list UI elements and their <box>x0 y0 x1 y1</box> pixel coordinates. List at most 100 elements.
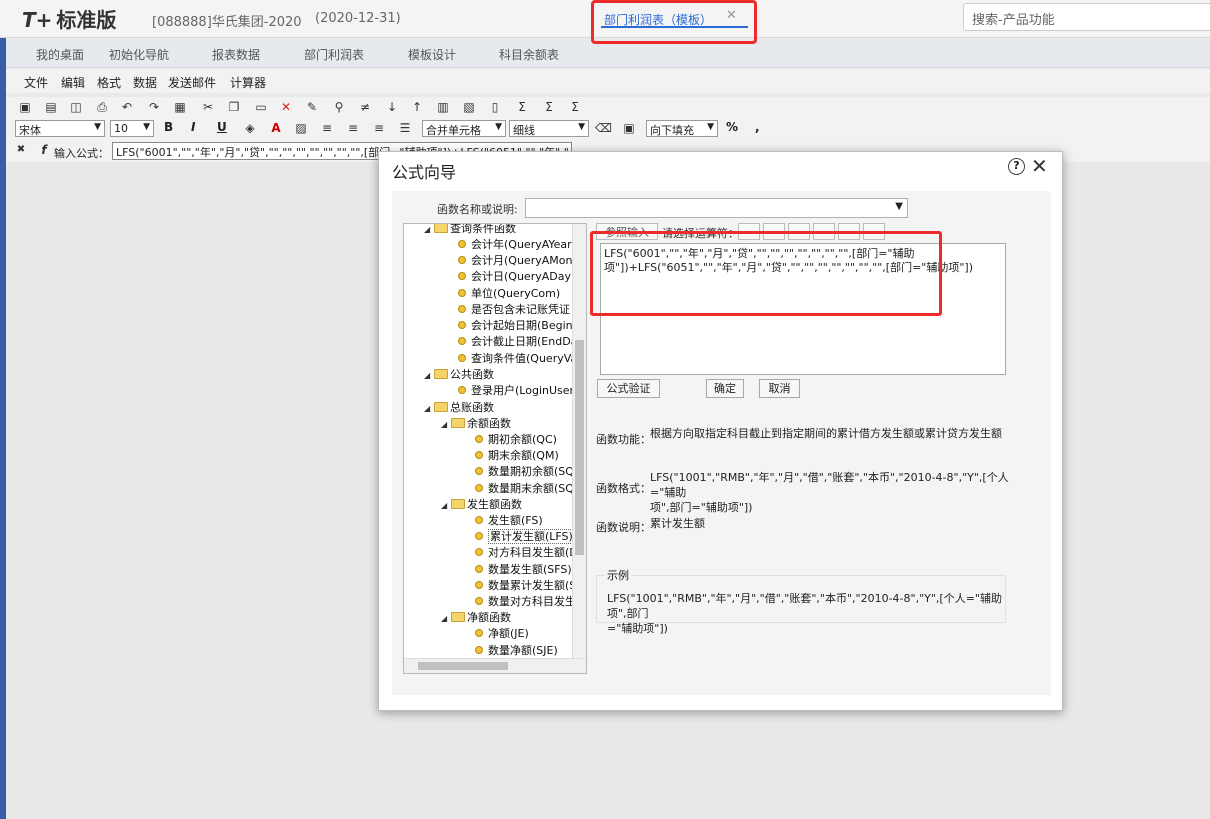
align-right-icon[interactable]: ≡ <box>371 120 387 136</box>
tree-item[interactable]: 会计起始日期(BeginDate) <box>458 318 586 334</box>
align-left-icon[interactable]: ≡ <box>319 120 335 136</box>
tab-report-data[interactable]: 报表数据 <box>212 46 260 63</box>
menu-send-mail[interactable]: 发送邮件 <box>168 74 216 91</box>
product-search-input[interactable]: 搜索-产品功能 <box>963 3 1210 31</box>
fx-icon[interactable]: f <box>36 142 52 158</box>
tree-item[interactable]: 对方科目发生额(DFS) <box>475 545 586 561</box>
function-search-select[interactable]: ▼ <box>525 198 908 218</box>
eraser-icon[interactable]: ⌫ <box>595 120 612 136</box>
tab-my-desktop[interactable]: 我的桌面 <box>36 46 84 63</box>
redo-icon[interactable]: ↷ <box>146 99 162 115</box>
tree-item[interactable]: 单位(QueryCom) <box>458 286 560 302</box>
fill-color-icon[interactable]: ◈ <box>242 120 258 136</box>
border-select[interactable]: 细线 ▼ <box>509 120 589 137</box>
tree-item[interactable]: 数量期末余额(SQM) <box>475 481 586 497</box>
insert-row-icon[interactable]: ▥ <box>435 99 451 115</box>
percent-button[interactable]: % <box>726 120 738 134</box>
undo-icon[interactable]: ↶ <box>119 99 135 115</box>
italic-button[interactable]: I <box>191 120 195 134</box>
insert-col-icon[interactable]: ▧ <box>461 99 477 115</box>
menu-data[interactable]: 数据 <box>133 74 157 91</box>
sort-desc-icon[interactable]: ↑ <box>409 99 425 115</box>
tree-item[interactable]: 会计日(QueryADay) <box>458 269 575 285</box>
tree-folder[interactable]: ◢ 净额函数 <box>441 610 511 626</box>
grid-icon[interactable]: ▦ <box>172 99 188 115</box>
tree-item[interactable]: 会计月(QueryAMonth) <box>458 253 586 269</box>
menu-edit[interactable]: 编辑 <box>61 74 85 91</box>
tree-item[interactable]: 数量发生额(SFS) <box>475 562 572 578</box>
tab-account-balance[interactable]: 科目余额表 <box>499 46 559 63</box>
preview-icon[interactable]: ◫ <box>68 99 84 115</box>
scroll-thumb[interactable] <box>418 662 508 670</box>
tree-item[interactable]: 查询条件值(QueryValue) <box>458 351 586 367</box>
tree-folder[interactable]: ◢ 查询条件函数 <box>424 224 516 238</box>
collapse-icon[interactable]: ◢ <box>441 498 451 514</box>
menu-format[interactable]: 格式 <box>97 74 121 91</box>
tree-horizontal-scrollbar[interactable] <box>404 658 586 673</box>
save-icon[interactable]: ▣ <box>17 99 33 115</box>
verify-formula-button[interactable]: 公式验证 <box>597 379 660 398</box>
bold-button[interactable]: B <box>164 120 173 134</box>
tree-item[interactable]: 数量对方科目发生额 <box>475 594 586 610</box>
collapse-icon[interactable]: ◢ <box>424 401 434 417</box>
sum-row-icon[interactable]: Σ <box>541 99 557 115</box>
tab-template-design[interactable]: 模板设计 <box>408 46 456 63</box>
save-as-icon[interactable]: ▤ <box>43 99 59 115</box>
tree-item[interactable]: 净额(JE) <box>475 626 529 642</box>
tree-item[interactable]: 会计截止日期(EndDate) <box>458 334 586 350</box>
wrap-icon[interactable]: ☰ <box>397 120 413 136</box>
sum-icon[interactable]: Σ <box>514 99 530 115</box>
merge-cells-select[interactable]: 合并单元格 ▼ <box>422 120 506 137</box>
tree-item[interactable]: 数量累计发生额(SLFS) <box>475 578 586 594</box>
tree-folder[interactable]: ◢ 余额函数 <box>441 416 511 432</box>
tab-init-guide[interactable]: 初始化导航 <box>109 46 169 63</box>
tree-folder[interactable]: ◢ 发生额函数 <box>441 497 522 513</box>
tree-folder[interactable]: ◢ 公共函数 <box>424 367 494 383</box>
collapse-icon[interactable]: ◢ <box>424 224 434 238</box>
tree-vertical-scrollbar[interactable] <box>572 224 586 658</box>
collapse-icon[interactable]: ◢ <box>424 368 434 384</box>
replace-icon[interactable]: ≠ <box>357 99 373 115</box>
comma-button[interactable]: , <box>755 120 760 134</box>
page-icon[interactable]: ▯ <box>487 99 503 115</box>
tree-folder[interactable]: ◢ 总账函数 <box>424 400 494 416</box>
tree-item[interactable]: 数量净额(SJE) <box>475 643 558 659</box>
font-color-icon[interactable]: A <box>268 120 284 136</box>
align-center-icon[interactable]: ≡ <box>345 120 361 136</box>
font-select[interactable]: 宋体 ▼ <box>15 120 105 137</box>
print-icon[interactable]: ⎙ <box>94 99 110 115</box>
tree-item-selected[interactable]: 累计发生额(LFS) <box>475 529 575 545</box>
help-icon[interactable]: ? <box>1008 158 1025 175</box>
collapse-icon[interactable]: ◢ <box>441 611 451 627</box>
collapse-icon[interactable]: ◢ <box>441 417 451 433</box>
lock-icon[interactable]: ▣ <box>621 120 637 136</box>
tree-item[interactable]: 数量期初余额(SQC) <box>475 464 586 480</box>
tree-item[interactable]: 期初余额(QC) <box>475 432 557 448</box>
scroll-thumb[interactable] <box>575 340 584 555</box>
underline-button[interactable]: U <box>217 120 227 134</box>
cut-icon[interactable]: ✂ <box>200 99 216 115</box>
tab-dept-profit-template[interactable]: 部门利润表（模板） ✕ <box>591 0 757 44</box>
menu-file[interactable]: 文件 <box>24 74 48 91</box>
tree-item[interactable]: 登录用户(LoginUser) <box>458 383 578 399</box>
background-icon[interactable]: ▨ <box>293 120 309 136</box>
tree-item[interactable]: 会计年(QueryAYear) <box>458 237 576 253</box>
format-painter-icon[interactable]: ✎ <box>304 99 320 115</box>
cancel-button[interactable]: 取消 <box>759 379 800 398</box>
ok-button[interactable]: 确定 <box>706 379 744 398</box>
tree-item[interactable]: 发生额(FS) <box>475 513 543 529</box>
sort-asc-icon[interactable]: ↓ <box>384 99 400 115</box>
menu-calculator[interactable]: 计算器 <box>230 74 266 91</box>
paste-icon[interactable]: ▭ <box>253 99 269 115</box>
font-size-select[interactable]: 10 ▼ <box>110 120 154 137</box>
cancel-formula-icon[interactable]: ✖ <box>13 142 29 158</box>
tree-item[interactable]: 期末余额(QM) <box>475 448 559 464</box>
function-tree[interactable]: ◢ 查询条件函数 会计年(QueryAYear) 会计月(QueryAMonth)… <box>403 223 587 674</box>
tree-item[interactable]: 是否包含未记账凭证 <box>458 302 570 318</box>
copy-icon[interactable]: ❐ <box>226 99 242 115</box>
close-icon[interactable]: ✕ <box>1031 154 1048 178</box>
sum-col-icon[interactable]: Σ <box>567 99 583 115</box>
fill-down-select[interactable]: 向下填充 ▼ <box>646 120 718 137</box>
tab-dept-profit[interactable]: 部门利润表 <box>304 46 364 63</box>
tab-close-icon[interactable]: ✕ <box>726 8 737 23</box>
